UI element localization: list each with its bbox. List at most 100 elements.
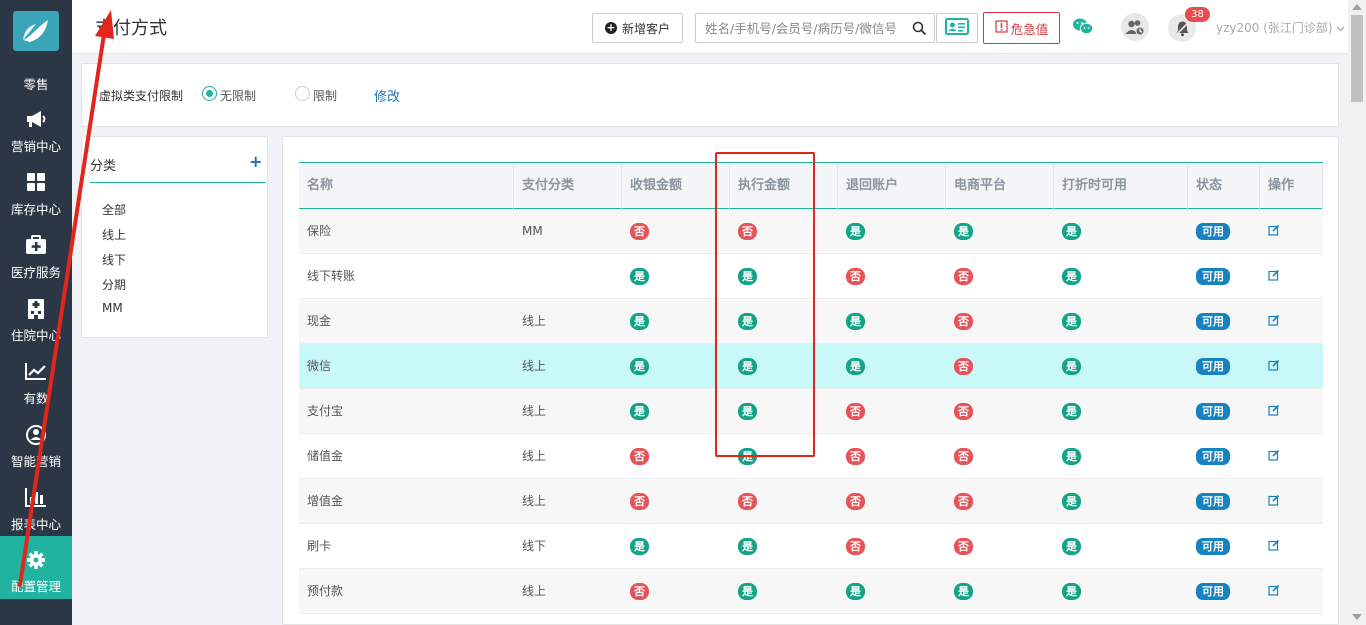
cell-cash-amount: 是 (622, 524, 730, 568)
status-badge: 可用 (1196, 223, 1230, 240)
category-item-all[interactable]: 全部 (102, 201, 126, 218)
sidebar-item-label: 医疗服务 (10, 265, 61, 280)
sidebar-item-retail[interactable]: 零售 (0, 66, 72, 98)
edit-icon[interactable] (1268, 480, 1280, 524)
edit-icon[interactable] (1268, 435, 1280, 479)
yes-no-badge: 是 (954, 583, 973, 600)
yes-no-badge: 否 (846, 538, 865, 555)
alert-icon (995, 20, 1008, 36)
edit-icon[interactable] (1268, 525, 1280, 569)
radio-limited[interactable] (295, 86, 310, 101)
wechat-icon[interactable] (1072, 17, 1094, 39)
status-badge: 可用 (1196, 313, 1230, 330)
table-row[interactable]: 线下转账 是 是 否 否 是 可用 (299, 254, 1323, 299)
table-row[interactable]: 保险 MM 否 否 是 是 是 可用 (299, 209, 1323, 254)
sidebar-item-inventory[interactable]: 库存中心 (0, 163, 72, 226)
table-header: 名称 支付分类 收银金额 执行金额 退回账户 电商平台 打折时可用 状态 操作 (299, 163, 1323, 209)
category-item-installment[interactable]: 分期 (102, 276, 126, 293)
critical-value-button[interactable]: 危急值 (983, 12, 1060, 44)
sidebar-item-settings[interactable]: 配置管理 (0, 536, 72, 599)
cell-exec-amount: 是 (730, 254, 838, 298)
cell-actions (1260, 479, 1323, 523)
table-row[interactable]: 储值金 线上 否 是 否 否 是 可用 (299, 434, 1323, 479)
sidebar-item-smart-marketing[interactable]: 智能营销 (0, 415, 72, 478)
yes-no-badge: 否 (630, 583, 649, 600)
cell-refund-account: 否 (838, 479, 946, 523)
cell-category: 线上 (522, 404, 547, 418)
cell-refund-account: 否 (838, 434, 946, 478)
id-card-button[interactable] (936, 13, 978, 43)
scroll-thumb[interactable] (1351, 15, 1363, 102)
cell-category: 线上 (522, 314, 547, 328)
search-icon[interactable] (912, 21, 927, 39)
yes-no-badge: 否 (954, 493, 973, 510)
team-icon[interactable] (1121, 13, 1149, 44)
cell-category: 线上 (522, 584, 547, 598)
line-chart-icon (0, 361, 72, 385)
edit-icon[interactable] (1268, 255, 1280, 299)
top-header: 支付方式 + 新增客户 危急值 38 yzy200 (张江门诊部) (72, 0, 1348, 54)
chevron-down-icon (1336, 21, 1345, 35)
cell-actions (1260, 434, 1323, 478)
new-customer-button[interactable]: + 新增客户 (592, 13, 683, 43)
critical-value-label: 危急值 (1010, 21, 1049, 37)
cell-cash-amount: 否 (622, 434, 730, 478)
category-item-mm[interactable]: MM (102, 301, 123, 315)
hospital-icon (0, 298, 72, 322)
yes-no-badge: 否 (846, 268, 865, 285)
table-body: 保险 MM 否否是是是可用 线下转账是是否否是可用 现金 线上是是是否是可用 微信 线上是是是… (299, 209, 1323, 614)
sidebar-item-marketing[interactable]: 营销中心 (0, 100, 72, 163)
edit-icon[interactable] (1268, 300, 1280, 344)
table-row[interactable]: 支付宝 线上 是 是 否 否 是 可用 (299, 389, 1323, 434)
edit-icon[interactable] (1268, 345, 1280, 389)
radio-unlimited[interactable] (202, 86, 217, 101)
cell-ecommerce: 否 (946, 524, 1054, 568)
scroll-down-arrow[interactable] (1352, 614, 1362, 620)
column-header-status: 状态 (1188, 163, 1260, 209)
table-row[interactable]: 增值金 线上 否 否 否 否 是 可用 (299, 479, 1323, 524)
yes-no-badge: 否 (954, 358, 973, 375)
cell-name: 保险 (307, 224, 332, 238)
cell-status: 可用 (1188, 479, 1260, 523)
search-input[interactable] (705, 19, 905, 37)
table-row[interactable]: 现金 线上 是 是 是 否 是 可用 (299, 299, 1323, 344)
user-menu[interactable]: yzy200 (张江门诊部) (1216, 19, 1345, 36)
yes-no-badge: 是 (846, 583, 865, 600)
column-header-exec-amount: 执行金额 (730, 163, 838, 209)
column-header-actions: 操作 (1260, 163, 1323, 209)
scroll-up-arrow[interactable] (1352, 4, 1362, 10)
cell-discount-usable: 是 (1054, 479, 1188, 523)
status-badge: 可用 (1196, 268, 1230, 285)
sidebar-item-label: 零售 (23, 77, 49, 92)
yes-no-badge: 是 (846, 223, 865, 240)
table-row[interactable]: 微信 线上 是 是 是 否 是 可用 (299, 344, 1323, 389)
cell-ecommerce: 否 (946, 344, 1054, 388)
yes-no-badge: 否 (954, 538, 973, 555)
yes-no-badge: 否 (954, 268, 973, 285)
yes-no-badge: 否 (846, 493, 865, 510)
sidebar-item-reports[interactable]: 报表中心 (0, 478, 72, 541)
edit-icon[interactable] (1268, 210, 1280, 254)
sidebar-item-medical[interactable]: 医疗服务 (0, 226, 72, 289)
category-item-offline[interactable]: 线下 (102, 251, 126, 268)
sidebar-item-analytics[interactable]: 有数 (0, 352, 72, 415)
cell-category (514, 254, 622, 298)
table-row[interactable]: 预付款 线上 否 是 是 是 是 可用 (299, 569, 1323, 614)
yes-no-badge: 是 (738, 313, 757, 330)
cell-actions (1260, 344, 1323, 388)
add-category-button[interactable]: + (249, 152, 262, 171)
table-row[interactable]: 刷卡 线下 是 是 否 否 是 可用 (299, 524, 1323, 569)
edit-icon[interactable] (1268, 570, 1280, 614)
cell-cash-amount: 否 (622, 479, 730, 523)
page-scrollbar[interactable] (1348, 0, 1366, 625)
cell-actions (1260, 299, 1323, 343)
status-badge: 可用 (1196, 448, 1230, 465)
sidebar-item-inpatient[interactable]: 住院中心 (0, 289, 72, 352)
page-title: 支付方式 (95, 18, 167, 39)
cell-category: 线下 (522, 539, 547, 553)
cell-ecommerce: 否 (946, 479, 1054, 523)
app-logo[interactable] (13, 11, 59, 51)
category-item-online[interactable]: 线上 (102, 226, 126, 243)
edit-restriction-link[interactable]: 修改 (374, 86, 400, 105)
edit-icon[interactable] (1268, 390, 1280, 434)
